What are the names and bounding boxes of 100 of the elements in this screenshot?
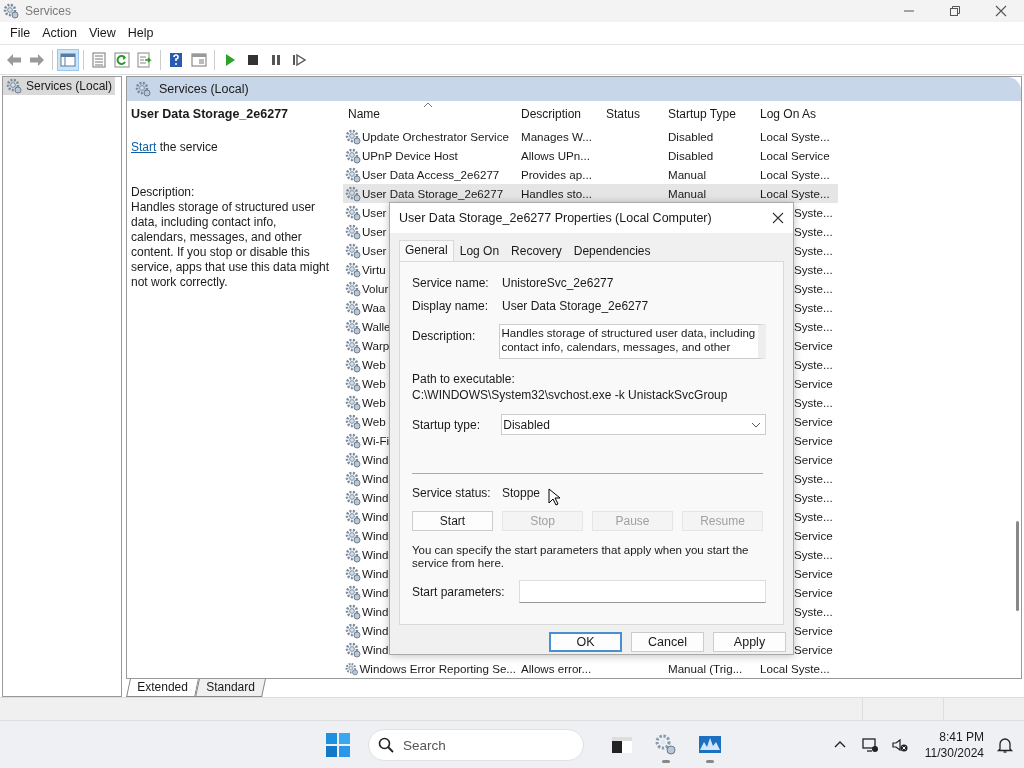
gear-icon: [345, 318, 361, 335]
service-row[interactable]: Update Orchestrator Service Manages W... Disabled Local Syste...: [343, 127, 838, 146]
column-header[interactable]: Name: [343, 101, 516, 127]
service-name[interactable]: Wind: [362, 529, 389, 542]
service-name[interactable]: User: [362, 206, 387, 219]
tree-item[interactable]: Services (Local): [3, 77, 116, 95]
search-field[interactable]: Search: [368, 729, 584, 761]
service-name: User Data Access_2e6277: [362, 168, 500, 181]
description-box[interactable]: Handles storage of structured user data, including contact info, calendars, messages, and other: [499, 324, 766, 359]
table-cell-text: Manages W...: [520, 130, 593, 143]
service-name[interactable]: Wind: [362, 453, 389, 466]
service-name[interactable]: Wind: [362, 491, 389, 504]
field-label: Display name:: [412, 299, 490, 313]
service-name[interactable]: Warp: [362, 339, 390, 352]
service-row[interactable]: User Data Storage_2e6277 Handles sto... Manual Local Syste...: [343, 184, 838, 203]
start-link[interactable]: Start: [131, 140, 157, 154]
table-cell-text: Local Service: [759, 149, 831, 162]
gear-icon: [345, 413, 361, 430]
column-header[interactable]: Status: [601, 101, 663, 127]
help-icon: [168, 51, 184, 68]
service-name[interactable]: Wind: [362, 548, 389, 561]
start-parameters-field[interactable]: [519, 580, 766, 603]
description-text: Handles storage of structured user data, including contact info, calendars, messages, and other content. If you stop or disable this service, apps that use this data might not work correctly.: [131, 200, 331, 290]
column-header[interactable]: Description: [516, 101, 601, 127]
gear-icon: [135, 81, 151, 97]
table-cell-text: Syste...: [793, 358, 834, 371]
restore-icon: [949, 5, 961, 17]
service-name[interactable]: Waa: [362, 301, 386, 314]
gears-icon: [653, 732, 679, 758]
service-row[interactable]: UPnP Device Host Allows UPn... Disabled Local Service: [343, 146, 838, 165]
gear-icon: [345, 603, 361, 620]
service-name: UPnP Device Host: [362, 149, 458, 162]
view-tab[interactable]: Standard: [194, 679, 266, 697]
clock-date: 11/30/2024: [924, 745, 984, 761]
service-name[interactable]: Virtu: [362, 263, 386, 276]
gear-icon: [345, 508, 361, 525]
menu-item[interactable]: Help: [121, 26, 160, 40]
service-name[interactable]: User: [362, 225, 387, 238]
service-name[interactable]: Volur: [362, 282, 389, 295]
close-icon: [995, 5, 1007, 17]
service-name[interactable]: Wind: [362, 567, 389, 580]
service-name[interactable]: Wind: [362, 643, 389, 656]
table-cell-text: Syste...: [793, 320, 834, 333]
service-name: User Data Storage_2e6277: [362, 187, 504, 200]
service-name[interactable]: Web: [362, 396, 386, 409]
service-name[interactable]: User: [362, 244, 387, 257]
service-name[interactable]: Wind: [362, 605, 389, 618]
startup-type-dropdown[interactable]: Disabled: [501, 414, 766, 435]
dialog-tab[interactable]: Recovery: [505, 241, 568, 261]
dialog-button[interactable]: Apply: [713, 632, 786, 652]
gear-icon: [345, 185, 361, 202]
menu-item[interactable]: File: [4, 26, 37, 40]
service-name[interactable]: Wind: [362, 624, 389, 637]
service-row[interactable]: Windows Error Reporting Se... Allows error... Manual (Trig... Local Syste...: [343, 659, 838, 678]
table-cell-text: Local Syste...: [759, 187, 831, 200]
table-cell-text: Service: [793, 567, 834, 580]
gear-icon: [345, 565, 361, 582]
column-header[interactable]: Startup Type: [663, 101, 755, 127]
service-start-button[interactable]: Start: [412, 511, 493, 531]
table-cell-text: Service: [793, 586, 834, 599]
status-value: Stoppe: [502, 486, 541, 500]
refresh-icon: [114, 51, 130, 68]
table-cell-text: Service: [793, 415, 834, 428]
table-cell-text: Syste...: [793, 510, 834, 523]
menu-item[interactable]: View: [82, 26, 122, 40]
window-title: Services: [25, 4, 72, 18]
dialog-button[interactable]: Cancel: [631, 632, 704, 652]
gear-icon: [345, 394, 361, 411]
bell-icon: [996, 736, 1014, 754]
gear-icon: [6, 78, 22, 94]
path-value: C:\WINDOWS\System32\svchost.exe -k UnistackSvcGroup: [412, 388, 729, 402]
dialog-tab[interactable]: Dependencies: [567, 241, 657, 261]
gear-icon: [345, 660, 359, 677]
service-name[interactable]: Wind: [362, 472, 389, 485]
gear-icon: [345, 261, 361, 278]
service-name[interactable]: Walle: [362, 320, 391, 333]
field-value: User Data Storage_2e6277: [502, 299, 649, 313]
service-name[interactable]: Web: [362, 415, 386, 428]
service-name[interactable]: Web: [362, 377, 386, 390]
table-cell-text: Disabled: [667, 149, 715, 162]
dialog-button[interactable]: OK: [549, 632, 622, 652]
forward-arrow-icon: [29, 51, 45, 68]
column-header[interactable]: Log On As: [755, 101, 838, 127]
service-name[interactable]: Wind: [362, 510, 389, 523]
table-cell-text: Handles sto...: [520, 187, 593, 200]
field-label: Description:: [412, 328, 477, 343]
service-name[interactable]: Wind: [362, 586, 389, 599]
menu-item[interactable]: Action: [36, 26, 83, 40]
table-cell-text: Syste...: [793, 282, 834, 295]
dialog-tab[interactable]: Log On: [453, 241, 506, 261]
gear-icon: [345, 147, 361, 164]
service-row[interactable]: User Data Access_2e6277 Provides ap... Manual Local Syste...: [343, 165, 838, 184]
gear-icon: [345, 451, 361, 468]
service-name[interactable]: Web: [362, 358, 386, 371]
field-label: Service name:: [412, 276, 490, 290]
service-name[interactable]: Wi-Fi: [362, 434, 390, 447]
dialog-tab[interactable]: General: [399, 240, 454, 261]
table-cell-text: Service: [793, 339, 834, 352]
field-label: Path to executable:: [412, 372, 516, 386]
view-tab[interactable]: Extended: [126, 679, 199, 697]
